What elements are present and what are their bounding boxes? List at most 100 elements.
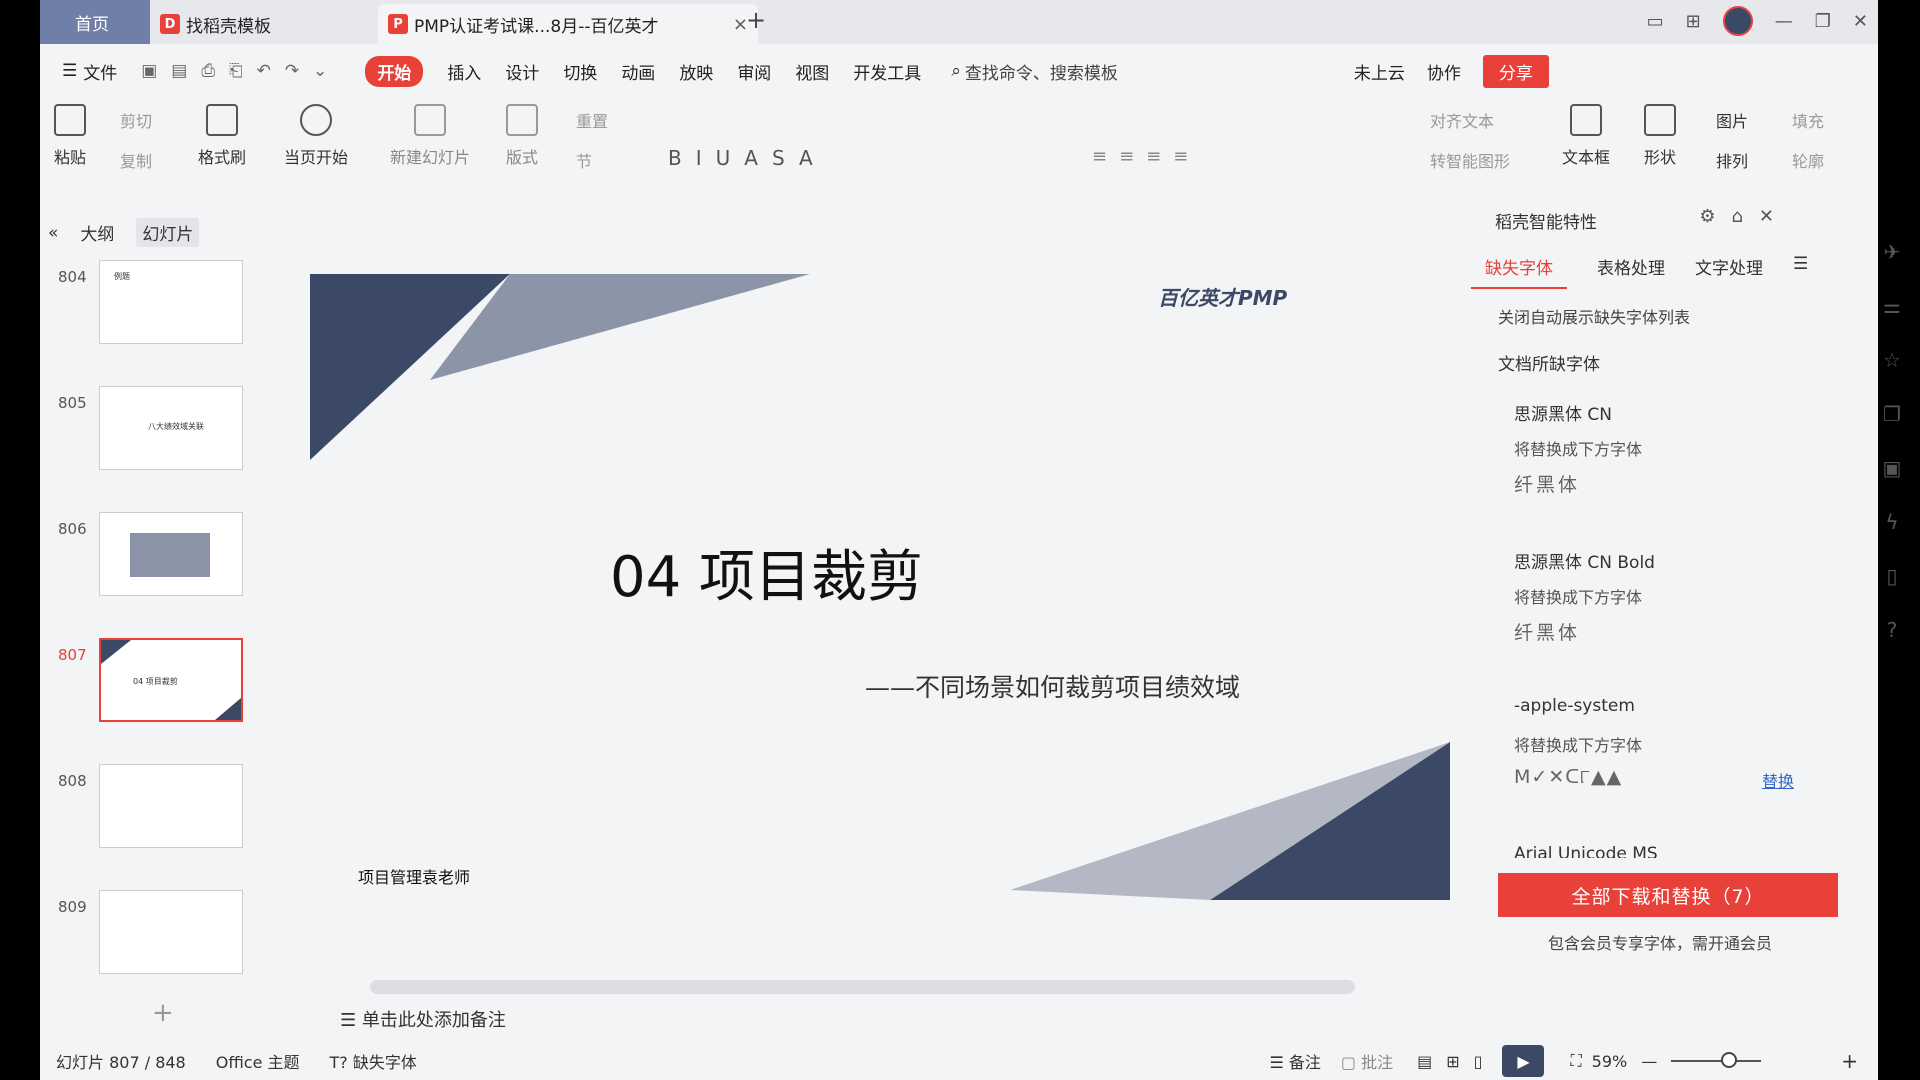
horizontal-scrollbar[interactable]: [370, 980, 1355, 994]
copy-button[interactable]: 复制: [120, 148, 152, 172]
zoom-level[interactable]: 59%: [1592, 1052, 1628, 1071]
avatar[interactable]: [1722, 6, 1753, 36]
tab-templates[interactable]: D 找稻壳模板: [150, 4, 370, 44]
download-replace-all-button[interactable]: 全部下载和替换（7）: [1498, 873, 1838, 917]
section-button[interactable]: 节: [576, 148, 592, 172]
picture-button[interactable]: 图片: [1716, 108, 1748, 132]
tab-slides[interactable]: 幻灯片: [136, 218, 200, 247]
star-icon[interactable]: ☆: [1883, 348, 1901, 372]
tab-outline[interactable]: 大纲: [80, 220, 114, 245]
collapse-panel-icon[interactable]: «: [48, 223, 58, 243]
tab-home[interactable]: 首页: [40, 0, 150, 44]
view-mode-icons[interactable]: ▤⊞▯: [1417, 1052, 1496, 1071]
fill-button[interactable]: 填充: [1792, 108, 1824, 132]
slide-thumbnail[interactable]: [99, 512, 243, 596]
fit-icon[interactable]: ⛶: [1570, 1051, 1581, 1071]
zoom-slider[interactable]: [1671, 1052, 1762, 1068]
menu-icon[interactable]: ☰: [1793, 254, 1808, 289]
pin-icon[interactable]: ⌂: [1731, 206, 1758, 227]
slide-thumbnail-selected[interactable]: 04 项目裁剪: [99, 638, 243, 722]
slide-thumbnail[interactable]: [99, 890, 243, 974]
slide-thumb-809[interactable]: 809: [50, 890, 270, 994]
notes-toggle[interactable]: ☰ 备注: [1269, 1049, 1320, 1073]
menu-view[interactable]: 视图: [795, 59, 829, 84]
restore-icon[interactable]: ❐: [1815, 11, 1831, 32]
copy-icon[interactable]: ❐: [1883, 402, 1901, 426]
tab-missing-fonts[interactable]: 缺失字体: [1471, 254, 1567, 289]
menu-design[interactable]: 设计: [505, 59, 539, 84]
new-slide-button[interactable]: 新建幻灯片: [390, 104, 470, 168]
add-slide-icon[interactable]: +: [152, 998, 174, 1028]
hamburger-icon[interactable]: ☰: [62, 61, 77, 81]
font-format-icons[interactable]: BIUASA: [668, 146, 827, 170]
arrange-button[interactable]: 排列: [1716, 148, 1748, 172]
outline-button[interactable]: 轮廓: [1792, 148, 1824, 172]
menu-insert[interactable]: 插入: [447, 59, 481, 84]
slide-thumb-806[interactable]: 806: [50, 512, 270, 616]
menu-animation[interactable]: 动画: [621, 59, 655, 84]
lightning-icon[interactable]: ϟ: [1885, 510, 1898, 534]
slide-thumbnail[interactable]: 八大绩效域关联: [99, 386, 243, 470]
menu-home[interactable]: 开始: [365, 55, 424, 87]
align-text-button[interactable]: 对齐文本: [1430, 108, 1494, 132]
smart-shape-button[interactable]: 转智能图形: [1430, 148, 1510, 172]
paste-button[interactable]: 粘贴: [54, 104, 86, 168]
slide-thumb-807[interactable]: 807 04 项目裁剪: [50, 638, 270, 742]
missing-font-status[interactable]: T? 缺失字体: [330, 1049, 417, 1073]
collab-button[interactable]: 协作: [1427, 59, 1461, 84]
image-icon[interactable]: ▣: [1883, 456, 1902, 480]
sliders-icon[interactable]: ⚌: [1883, 294, 1901, 318]
replacement-font[interactable]: 纤黑体: [1514, 618, 1580, 645]
layout-button[interactable]: 版式: [506, 104, 538, 168]
layout-icon[interactable]: ▭: [1647, 11, 1664, 32]
slide-thumbnail[interactable]: 例题: [99, 260, 243, 344]
paragraph-align-icons[interactable]: ≡≡≡≡: [1092, 146, 1200, 167]
notes-placeholder[interactable]: ☰ 单击此处添加备注: [340, 1006, 506, 1032]
share-button[interactable]: 分享: [1482, 54, 1549, 88]
cut-button[interactable]: 剪切: [120, 108, 152, 132]
play-slideshow-button[interactable]: ▶: [1502, 1045, 1545, 1077]
close-auto-list-link[interactable]: 关闭自动展示缺失字体列表: [1498, 304, 1690, 328]
menu-transition[interactable]: 切换: [563, 59, 597, 84]
help-icon[interactable]: ?: [1887, 618, 1898, 642]
replace-link[interactable]: 替换: [1762, 768, 1794, 792]
zoom-out-icon[interactable]: —: [1641, 1052, 1657, 1071]
slide-subtitle[interactable]: ——不同场景如何裁剪项目绩效域: [865, 668, 1240, 704]
zoom-knob[interactable]: [1721, 1052, 1738, 1068]
book-icon[interactable]: ▯: [1886, 564, 1897, 588]
slide-teacher[interactable]: 项目管理袁老师: [358, 864, 470, 888]
theme-name[interactable]: Office 主题: [216, 1049, 300, 1073]
cloud-status[interactable]: 未上云: [1354, 59, 1405, 84]
settings-icon[interactable]: ⚙: [1699, 206, 1731, 227]
replacement-font[interactable]: M✓✕ᑕ୮▲▲: [1514, 766, 1622, 788]
menu-review[interactable]: 审阅: [737, 59, 771, 84]
quick-access-icons[interactable]: ▣▤⎙⎗↶↷⌄: [141, 61, 341, 81]
slide-title[interactable]: 04 项目裁剪: [610, 532, 923, 613]
slide-thumb-805[interactable]: 805 八大绩效域关联: [50, 386, 270, 490]
command-search[interactable]: 查找命令、搜索模板: [965, 59, 1118, 84]
tab-document[interactable]: P PMP认证考试课...8月--百亿英才 ×: [378, 4, 758, 44]
start-current-button[interactable]: 当页开始: [284, 104, 348, 168]
panel-title[interactable]: 稻壳智能特性: [1495, 208, 1597, 233]
replacement-font[interactable]: 纤黑体: [1514, 470, 1580, 497]
rocket-icon[interactable]: ✈: [1884, 240, 1901, 264]
comments-toggle[interactable]: ▢ 批注: [1341, 1049, 1393, 1073]
textbox-button[interactable]: 文本框: [1562, 104, 1610, 168]
slide-thumb-804[interactable]: 804 例题: [50, 260, 270, 364]
slide-thumbnail[interactable]: [99, 764, 243, 848]
menu-file[interactable]: 文件: [83, 59, 117, 84]
new-tab-button[interactable]: +: [746, 6, 766, 34]
tab-text[interactable]: 文字处理: [1695, 254, 1763, 289]
minimize-icon[interactable]: —: [1775, 11, 1793, 32]
tab-table[interactable]: 表格处理: [1597, 254, 1665, 289]
shape-button[interactable]: 形状: [1644, 104, 1676, 168]
close-window-icon[interactable]: ✕: [1853, 11, 1868, 32]
slide-thumb-808[interactable]: 808: [50, 764, 270, 868]
slide-canvas[interactable]: 百亿英才PMP 04 项目裁剪 ——不同场景如何裁剪项目绩效域 项目管理袁老师: [310, 230, 1450, 900]
close-panel-icon[interactable]: ✕: [1759, 206, 1790, 227]
reset-button[interactable]: 重置: [576, 108, 608, 132]
zoom-in-icon[interactable]: +: [1841, 1049, 1858, 1073]
apps-grid-icon[interactable]: ⊞: [1686, 11, 1701, 32]
format-painter-button[interactable]: 格式刷: [198, 104, 246, 168]
menu-slideshow[interactable]: 放映: [679, 59, 713, 84]
